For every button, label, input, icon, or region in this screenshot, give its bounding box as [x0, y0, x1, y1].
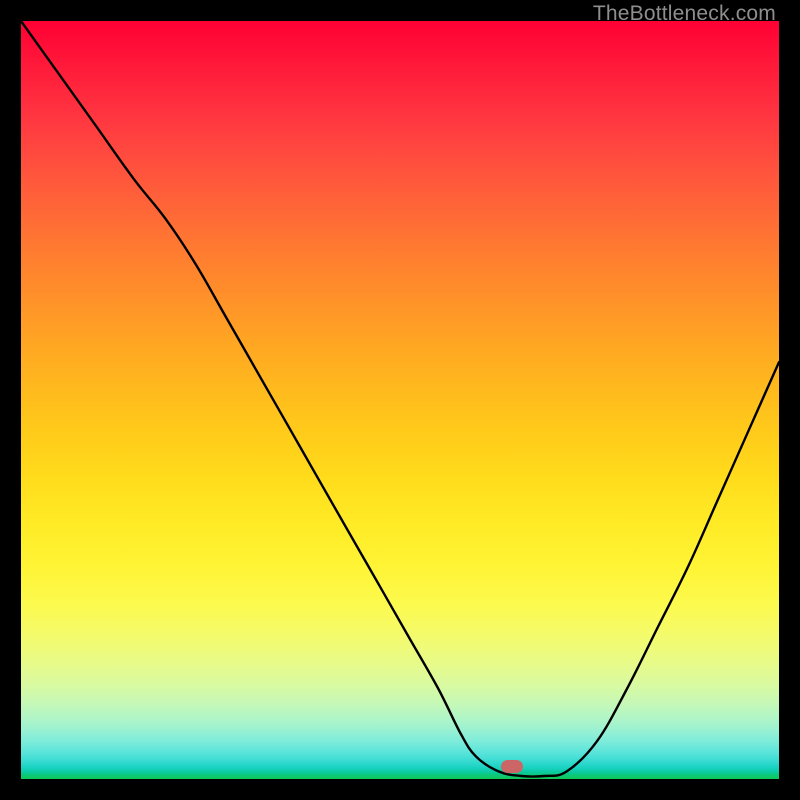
chart-frame: TheBottleneck.com: [0, 0, 800, 800]
bottleneck-curve: [21, 21, 779, 779]
plot-area: [21, 21, 779, 779]
optimal-marker: [501, 760, 523, 773]
